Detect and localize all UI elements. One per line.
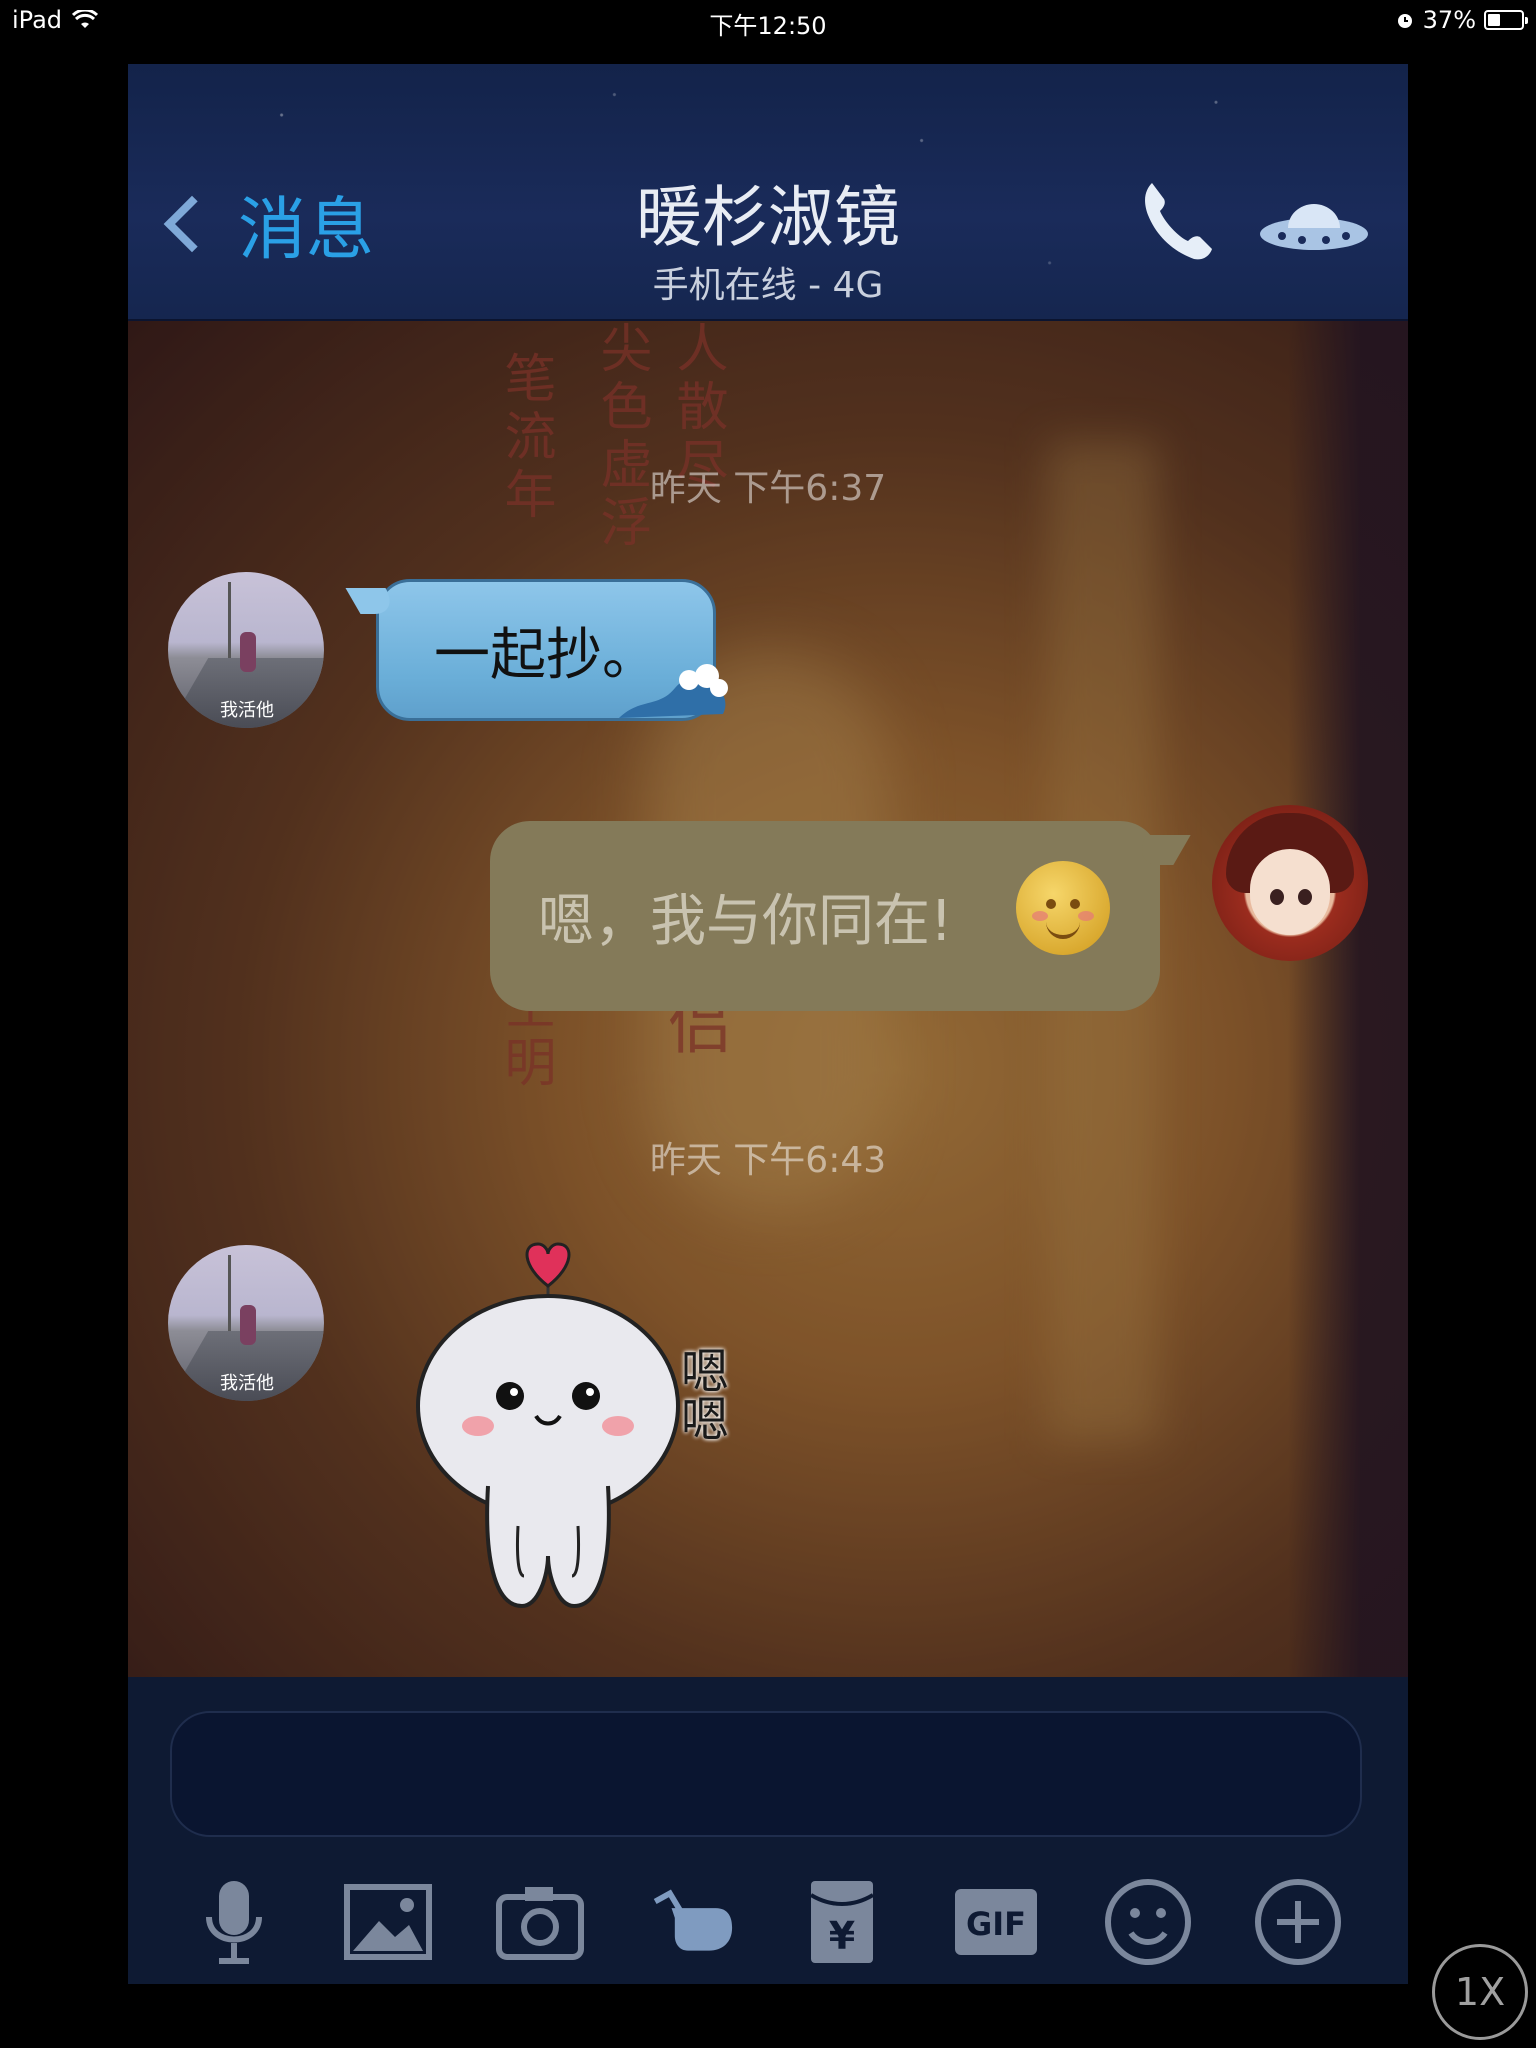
status-right: 37% (1395, 6, 1528, 34)
emoji-icon (1105, 1879, 1191, 1965)
red-packet-icon: ¥ (809, 1881, 875, 1963)
plus-icon (1255, 1879, 1341, 1965)
outgoing-message[interactable]: 嗯，我与你同在! (490, 821, 1160, 1011)
red-packet-button[interactable]: ¥ (792, 1872, 892, 1972)
input-toolbar: ¥ GIF (128, 1872, 1408, 1972)
input-bar: ¥ GIF (128, 1677, 1408, 1984)
phone-icon[interactable] (1138, 179, 1216, 261)
voice-button[interactable] (184, 1872, 284, 1972)
avatar[interactable] (1212, 805, 1368, 961)
nav-bar: 消息 暖杉淑镜 手机在线 - 4G (128, 64, 1408, 321)
battery-icon (1484, 10, 1528, 30)
ufo-icon[interactable] (1258, 194, 1370, 256)
chat-title: 暖杉淑镜 (636, 179, 900, 256)
sticker-caption: 嗯嗯 (672, 1346, 728, 1442)
camera-icon (496, 1887, 584, 1960)
status-time: 下午12:50 (709, 12, 827, 40)
poke-button[interactable] (642, 1872, 742, 1972)
message-input[interactable] (170, 1711, 1362, 1837)
avatar-signature: 我活他 (220, 1373, 274, 1394)
gif-label: GIF (966, 1905, 1026, 1943)
wave-decoration-icon (619, 664, 728, 718)
gif-icon: GIF (955, 1889, 1037, 1955)
microphone-icon (206, 1881, 262, 1964)
avatar[interactable]: 我活他 (168, 572, 324, 728)
message-list[interactable]: 笔流年 尖色虚浮 人散尽 随看空明 侠侣 昨天 下午6:37 我活他 一起抄。 … (128, 321, 1408, 1677)
alarm-icon (1397, 14, 1412, 28)
sticker-message[interactable]: 嗯嗯 (398, 1236, 758, 1616)
image-icon (344, 1884, 432, 1960)
zoom-1x-button[interactable]: 1X (1432, 1944, 1528, 2040)
avatar-signature: 我活他 (220, 700, 274, 721)
camera-button[interactable] (490, 1872, 590, 1972)
chat-window: 消息 暖杉淑镜 手机在线 - 4G 笔流年 尖色虚浮 人散尽 随看空明 侠侣 昨… (128, 64, 1408, 1984)
yen-symbol: ¥ (829, 1914, 855, 1958)
timestamp: 昨天 下午6:37 (649, 468, 887, 509)
smile-emoji-icon (1016, 861, 1110, 955)
battery-percent: 37% (1422, 6, 1476, 34)
avatar[interactable]: 我活他 (168, 1245, 324, 1401)
gif-button[interactable]: GIF (946, 1872, 1046, 1972)
status-bar: iPad 下午12:50 37% (0, 0, 1536, 44)
more-button[interactable] (1248, 1872, 1348, 1972)
emoji-button[interactable] (1098, 1872, 1198, 1972)
timestamp: 昨天 下午6:43 (649, 1140, 887, 1181)
incoming-message[interactable]: 一起抄。 (376, 579, 728, 721)
online-status: 手机在线 - 4G (652, 265, 884, 306)
image-button[interactable] (338, 1872, 438, 1972)
message-text: 嗯，我与你同在! (538, 888, 953, 954)
blob-sticker-icon (416, 1242, 680, 1609)
poke-hand-icon (653, 1889, 733, 1951)
